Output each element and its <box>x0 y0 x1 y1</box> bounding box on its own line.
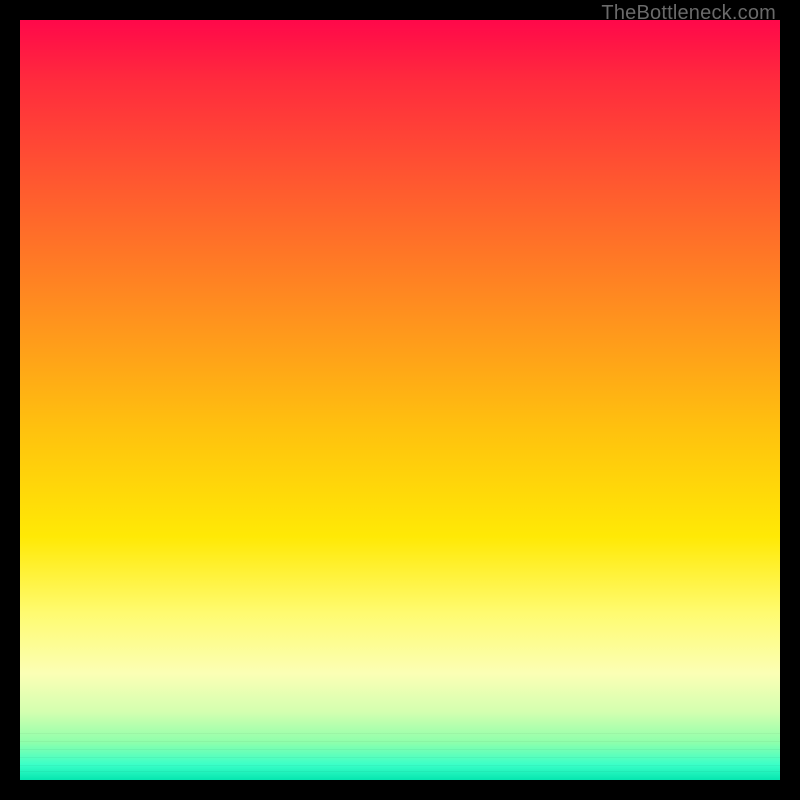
band-line <box>20 771 780 772</box>
band-line <box>20 741 780 742</box>
band-line <box>20 749 780 750</box>
band-line <box>20 765 780 766</box>
plot-area <box>20 20 780 780</box>
band-line <box>20 757 780 758</box>
watermark-text: TheBottleneck.com <box>601 2 776 25</box>
band-line <box>20 733 780 734</box>
gradient-background <box>20 20 780 780</box>
chart-frame: TheBottleneck.com <box>0 0 800 800</box>
